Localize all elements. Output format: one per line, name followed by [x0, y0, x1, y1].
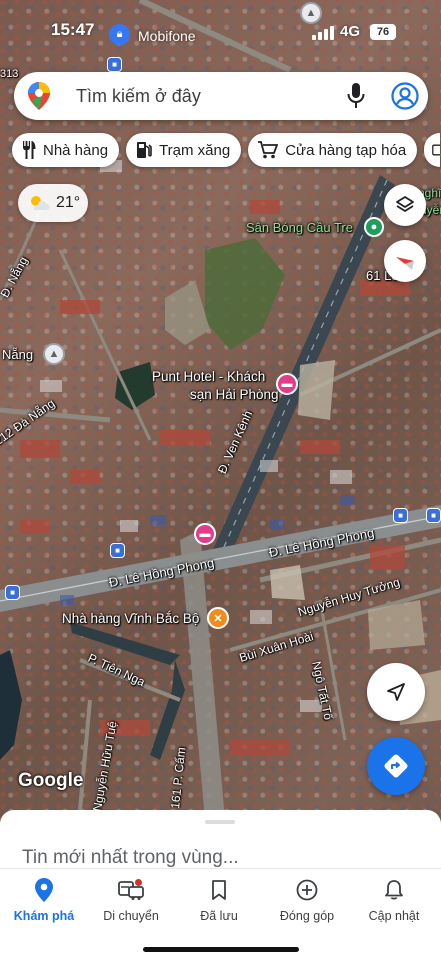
- map-label-nang: Nẵng: [2, 347, 34, 362]
- chip-label: Nhà hàng: [43, 141, 109, 159]
- park-pin-icon[interactable]: ●: [364, 217, 384, 237]
- map-label-punt-hotel-2[interactable]: sạn Hải Phòng: [190, 387, 279, 402]
- chip-more[interactable]: [424, 133, 441, 167]
- google-maps-pin-icon: [28, 82, 50, 110]
- chip-restaurants[interactable]: Nhà hàng: [12, 133, 120, 167]
- my-location-button[interactable]: [367, 663, 425, 721]
- chip-grocery[interactable]: Cửa hàng tạp hóa: [248, 133, 418, 167]
- hotel-pin-2-icon[interactable]: ▬: [194, 523, 216, 545]
- nav-saved[interactable]: Đã lưu: [175, 877, 263, 923]
- status-carrier: Mobifone: [138, 28, 196, 44]
- nav-explore[interactable]: Khám phá: [0, 877, 88, 923]
- hotel-pin-icon[interactable]: ▬: [276, 373, 298, 395]
- nav-label: Đã lưu: [200, 909, 238, 923]
- bell-icon: [385, 880, 403, 900]
- bus-stop-icon[interactable]: ■: [5, 585, 20, 600]
- category-chips: Nhà hàng Trạm xăng Cửa hàng tạp hóa: [12, 133, 441, 167]
- nav-label: Di chuyển: [103, 909, 159, 923]
- notification-dot: [135, 879, 142, 886]
- nav-label: Khám phá: [13, 909, 75, 923]
- home-indicator[interactable]: [143, 947, 299, 952]
- sheet-drag-handle[interactable]: [205, 820, 235, 824]
- map-label-nha-hang-vinh-bac-bo[interactable]: Nhà hàng Vĩnh Bắc Bộ: [62, 611, 199, 626]
- directions-icon: [384, 754, 408, 778]
- bus-stop-icon[interactable]: ■: [107, 57, 122, 72]
- layers-icon: [396, 196, 414, 212]
- nav-updates[interactable]: Cập nhật: [350, 877, 438, 923]
- nav-commute[interactable]: Di chuyển: [87, 877, 175, 923]
- chip-label: Trạm xăng: [159, 141, 231, 159]
- google-logo: Google: [18, 770, 84, 791]
- sheet-title: Tin mới nhất trong vùng...: [22, 847, 239, 868]
- bus-stop-icon[interactable]: ■: [393, 508, 408, 523]
- compass-icon: [396, 257, 414, 270]
- battery-icon: 76: [370, 24, 396, 40]
- directions-button[interactable]: [367, 737, 425, 795]
- add-circle-icon: [296, 879, 318, 901]
- search-input[interactable]: Tìm kiếm ở đây: [76, 86, 201, 107]
- restaurant-icon: [23, 141, 36, 159]
- microphone-icon[interactable]: [347, 83, 365, 109]
- school-pin-icon[interactable]: ▲: [43, 343, 65, 365]
- grocery-cart-icon: [258, 141, 279, 159]
- bus-stop-icon[interactable]: ■: [426, 508, 441, 523]
- more-chip-icon: [432, 144, 441, 156]
- explore-pin-icon: [35, 878, 53, 902]
- bus-stop-icon[interactable]: ■: [110, 543, 125, 558]
- location-lock-icon: 🔒︎: [109, 24, 130, 45]
- status-network: 4G: [340, 23, 361, 40]
- bookmark-icon: [212, 880, 226, 900]
- status-bar: 15:47 🔒︎ Mobifone 4G 76: [0, 18, 441, 48]
- weather-temperature: 21°: [56, 194, 81, 211]
- map-label-san-bong[interactable]: Sân Bóng Cầu Tre: [246, 220, 353, 235]
- nav-label: Đóng góp: [279, 909, 335, 923]
- map-label-313: 313: [0, 68, 19, 80]
- navigation-arrow-icon: [387, 683, 405, 701]
- weather-badge[interactable]: 21°: [18, 184, 88, 222]
- nav-contribute[interactable]: Đóng góp: [263, 877, 351, 923]
- chip-gas-stations[interactable]: Trạm xăng: [126, 133, 242, 167]
- search-bar[interactable]: Tìm kiếm ở đây: [14, 72, 428, 120]
- chip-label: Cửa hàng tạp hóa: [285, 141, 407, 159]
- signal-icon: [312, 26, 334, 40]
- gas-station-icon: [137, 142, 152, 158]
- restaurant-pin-icon[interactable]: ✕: [207, 607, 229, 629]
- partly-cloudy-icon: [31, 196, 50, 210]
- nav-label: Cập nhật: [368, 909, 420, 923]
- bottom-sheet[interactable]: Tin mới nhất trong vùng...: [0, 810, 441, 872]
- map-label-punt-hotel-1[interactable]: Punt Hotel - Khách: [152, 369, 265, 384]
- status-time: 15:47: [51, 20, 95, 39]
- layers-button[interactable]: [384, 184, 426, 226]
- account-icon[interactable]: [391, 82, 419, 110]
- compass-button[interactable]: [384, 240, 426, 282]
